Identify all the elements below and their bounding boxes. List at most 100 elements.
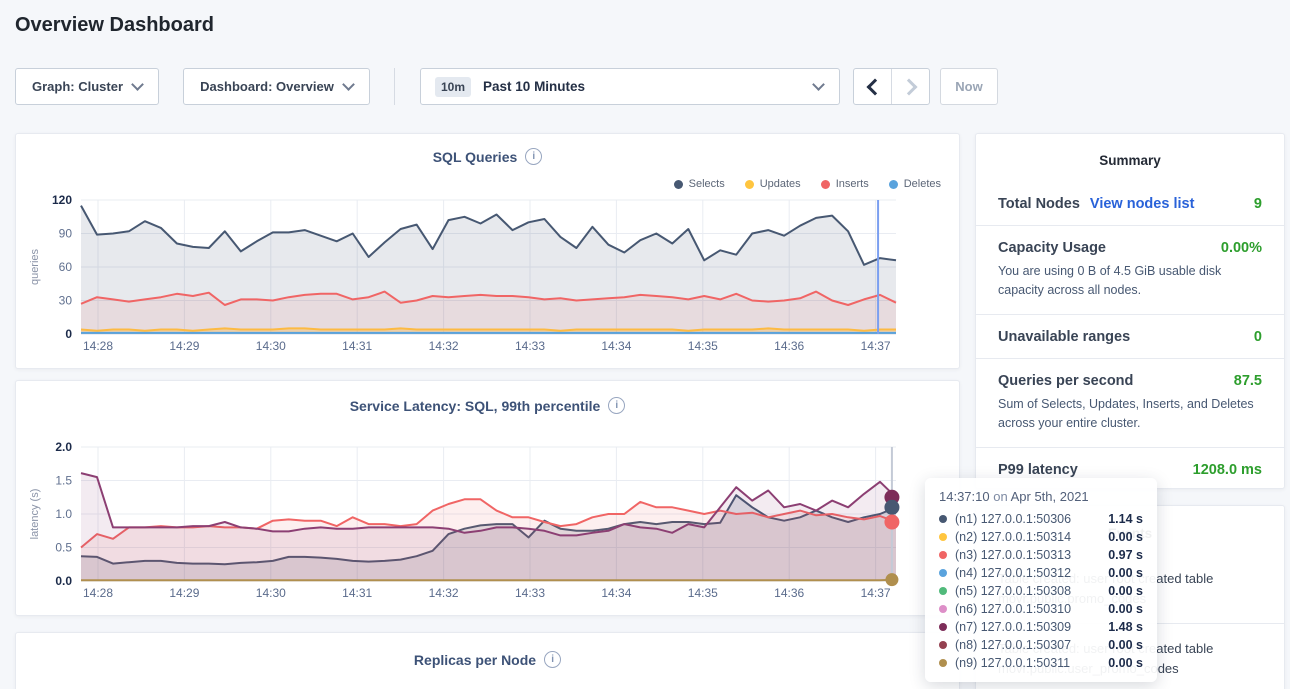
svg-text:14:29: 14:29 — [169, 586, 199, 600]
series-color-dot — [939, 551, 947, 559]
tooltip-node-label: (n7) 127.0.0.1:50309 — [955, 620, 1071, 634]
tooltip-node-label: (n9) 127.0.0.1:50311 — [955, 656, 1070, 670]
chevron-down-icon — [812, 78, 825, 91]
tooltip-node-row: (n5) 127.0.0.1:503080.00 s — [939, 582, 1143, 600]
svg-text:0.0: 0.0 — [55, 574, 72, 588]
svg-text:14:37: 14:37 — [861, 586, 891, 600]
summary-item-row: Total NodesView nodes list9 — [998, 196, 1262, 212]
sql-queries-card: SQL Queries i SelectsUpdatesInsertsDelet… — [15, 133, 960, 369]
tooltip-node-row: (n3) 127.0.0.1:50313 0.97 s — [939, 546, 1143, 564]
svg-text:14:31: 14:31 — [342, 586, 372, 600]
service-latency-chart[interactable]: 14:2814:2914:3014:3114:3214:3314:3414:35… — [16, 381, 959, 615]
summary-item-value: 1208.0 ms — [1193, 462, 1262, 478]
tooltip-node-label: (n3) 127.0.0.1:50313 — [955, 548, 1071, 562]
tooltip-node-value: 0.97 s — [1108, 548, 1143, 562]
svg-text:14:35: 14:35 — [688, 339, 718, 353]
svg-text:30: 30 — [59, 294, 73, 308]
tooltip-node-label: (n5) 127.0.0.1:50308 — [955, 584, 1071, 598]
summary-item-title: Capacity Usage — [998, 240, 1106, 256]
tooltip-node-label: (n8) 127.0.0.1:50307 — [955, 638, 1071, 652]
now-button[interactable]: Now — [940, 68, 998, 105]
service-latency-card: Service Latency: SQL, 99th percentile i … — [15, 380, 960, 616]
replicas-title: Replicas per Node — [414, 652, 536, 668]
summary-item: Capacity Usage0.00% You are using 0 B of … — [976, 225, 1284, 314]
summary-heading: Summary — [976, 134, 1284, 168]
dashboard-dropdown[interactable]: Dashboard: Overview — [183, 68, 370, 105]
view-nodes-link[interactable]: View nodes list — [1090, 196, 1195, 212]
chart-hover-tooltip: 14:37:10 on Apr 5th, 2021 (n1) 127.0.0.1… — [925, 478, 1157, 682]
tooltip-node-value: 0.00 s — [1108, 530, 1143, 544]
tooltip-node-row: (n8) 127.0.0.1:503070.00 s — [939, 636, 1143, 654]
tooltip-node-label: (n1) 127.0.0.1:50306 — [955, 512, 1071, 526]
chart-svg: 14:2814:2914:3014:3114:3214:3314:3414:35… — [16, 381, 959, 615]
info-icon[interactable]: i — [544, 651, 561, 668]
svg-text:14:35: 14:35 — [688, 586, 718, 600]
graph-dropdown-label: Graph: Cluster — [32, 79, 123, 94]
summary-item-description: You are using 0 B of 4.5 GiB usable disk… — [998, 262, 1262, 301]
tooltip-node-row: (n9) 127.0.0.1:50311 0.00 s — [939, 654, 1143, 672]
tooltip-node-value: 1.48 s — [1108, 620, 1143, 634]
svg-text:14:37: 14:37 — [861, 339, 891, 353]
svg-text:14:34: 14:34 — [601, 339, 631, 353]
time-range-label: Past 10 Minutes — [483, 79, 585, 94]
svg-text:90: 90 — [59, 227, 73, 241]
dashboard-dropdown-label: Dashboard: Overview — [200, 79, 334, 94]
summary-item: Unavailable ranges0 — [976, 314, 1284, 358]
replicas-header: Replicas per Node i — [16, 651, 959, 668]
tooltip-node-label: (n2) 127.0.0.1:50314 — [955, 530, 1071, 544]
summary-item-row: P99 latency1208.0 ms — [998, 462, 1262, 478]
summary-item: Total NodesView nodes list9 — [976, 182, 1284, 225]
tooltip-time: 14:37:10 — [939, 489, 990, 504]
svg-text:14:28: 14:28 — [83, 586, 113, 600]
graph-dropdown[interactable]: Graph: Cluster — [15, 68, 159, 105]
tooltip-node-value: 0.00 s — [1108, 602, 1143, 616]
svg-text:14:33: 14:33 — [515, 586, 545, 600]
controls-divider — [394, 68, 395, 105]
time-next-button[interactable] — [891, 69, 929, 104]
summary-card: Summary Total NodesView nodes list9Capac… — [975, 133, 1285, 489]
series-color-dot — [939, 533, 947, 541]
chart-svg: 14:2814:2914:3014:3114:3214:3314:3414:35… — [16, 134, 959, 368]
svg-text:0: 0 — [65, 327, 72, 341]
svg-text:14:32: 14:32 — [429, 586, 459, 600]
controls-bar: Graph: Cluster Dashboard: Overview 10m P… — [0, 68, 1290, 105]
chevron-right-icon — [900, 78, 917, 95]
tooltip-node-row: (n4) 127.0.0.1:503120.00 s — [939, 564, 1143, 582]
svg-text:14:29: 14:29 — [169, 339, 199, 353]
svg-text:14:31: 14:31 — [342, 339, 372, 353]
summary-item-title: Total Nodes — [998, 196, 1080, 212]
tooltip-on: on — [993, 489, 1007, 504]
time-prev-button[interactable] — [854, 69, 891, 104]
time-range-dropdown[interactable]: 10m Past 10 Minutes — [420, 68, 840, 105]
svg-text:queries: queries — [29, 248, 41, 285]
tooltip-node-row: (n6) 127.0.0.1:50310 0.00 s — [939, 600, 1143, 618]
tooltip-node-label: (n6) 127.0.0.1:50310 — [955, 602, 1071, 616]
tooltip-node-label: (n4) 127.0.0.1:50312 — [955, 566, 1071, 580]
svg-text:14:33: 14:33 — [515, 339, 545, 353]
summary-item-description: Sum of Selects, Updates, Inserts, and De… — [998, 395, 1262, 434]
svg-text:14:30: 14:30 — [256, 586, 286, 600]
series-color-dot — [939, 623, 947, 631]
svg-text:14:28: 14:28 — [83, 339, 113, 353]
series-color-dot — [939, 587, 947, 595]
tooltip-node-value: 1.14 s — [1108, 512, 1143, 526]
tooltip-node-value: 0.00 s — [1108, 656, 1143, 670]
series-color-dot — [939, 605, 947, 613]
svg-text:0.5: 0.5 — [55, 541, 72, 555]
chevron-down-icon — [342, 78, 355, 91]
svg-text:60: 60 — [59, 260, 73, 274]
svg-text:14:36: 14:36 — [774, 586, 804, 600]
summary-item-value: 87.5 — [1234, 373, 1262, 389]
page-title: Overview Dashboard — [15, 14, 214, 37]
replicas-per-node-card: Replicas per Node i — [15, 632, 960, 689]
svg-text:14:30: 14:30 — [256, 339, 286, 353]
tooltip-date: Apr 5th, 2021 — [1011, 489, 1089, 504]
tooltip-node-row: (n7) 127.0.0.1:50309 1.48 s — [939, 618, 1143, 636]
summary-item-row: Capacity Usage0.00% — [998, 240, 1262, 256]
sql-queries-chart[interactable]: 14:2814:2914:3014:3114:3214:3314:3414:35… — [16, 134, 959, 368]
summary-item-row: Queries per second87.5 — [998, 373, 1262, 389]
tooltip-rows: (n1) 127.0.0.1:50306 1.14 s (n2) 127.0.0.1… — [939, 510, 1143, 672]
tooltip-timestamp: 14:37:10 on Apr 5th, 2021 — [939, 489, 1143, 504]
summary-body: Total NodesView nodes list9Capacity Usag… — [976, 182, 1284, 491]
tooltip-node-row: (n2) 127.0.0.1:50314 0.00 s — [939, 528, 1143, 546]
